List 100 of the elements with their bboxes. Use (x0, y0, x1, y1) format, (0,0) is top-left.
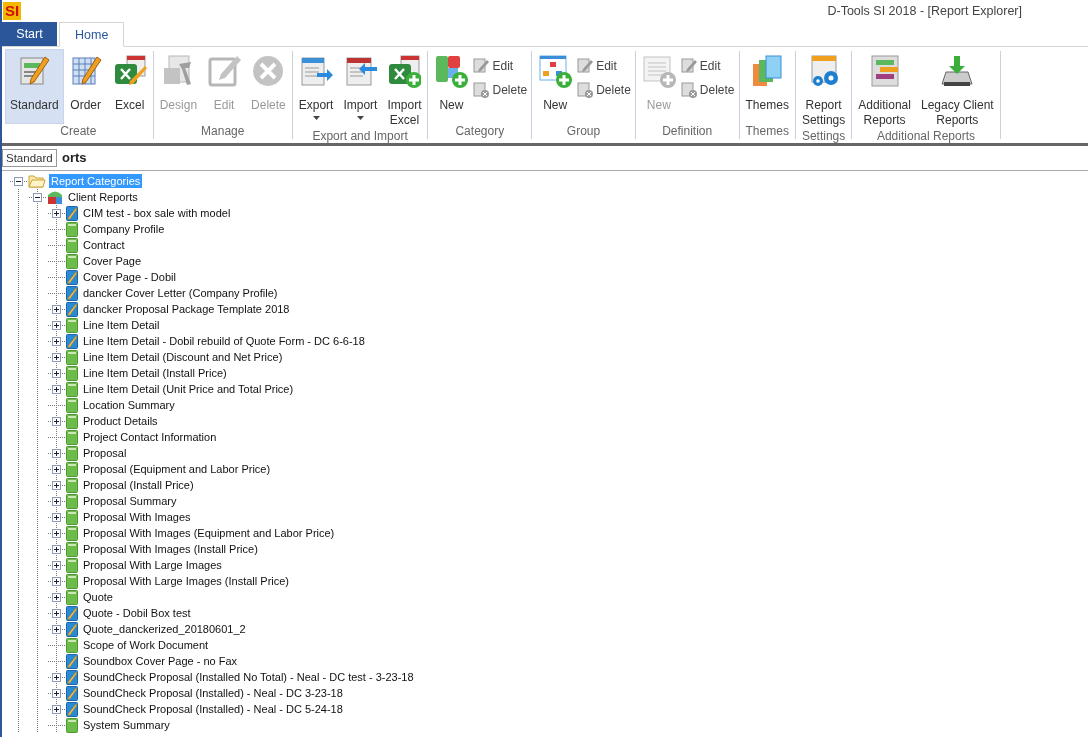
tree-item-label[interactable]: Quote - Dobil Box test (81, 606, 193, 620)
tree-item-label[interactable]: Product Details (81, 414, 160, 428)
ribbon-small-button[interactable]: Edit (473, 57, 531, 75)
tree-item-label[interactable]: Cover Page - Dobil (81, 270, 178, 284)
tree-item-label[interactable]: Scope of Work Document (81, 638, 211, 652)
expand-toggle[interactable] (52, 465, 61, 474)
tree-item-label[interactable]: Line Item Detail (Discount and Net Price) (81, 350, 285, 364)
collapse-toggle[interactable] (14, 177, 23, 186)
report-icon (66, 381, 78, 397)
tree-item-label[interactable]: Quote (81, 590, 115, 604)
expand-toggle[interactable] (52, 497, 61, 506)
ribbon-small-button[interactable]: Delete (473, 81, 531, 99)
minus-icon (35, 195, 40, 200)
tree-item-label[interactable]: Proposal (Equipment and Labor Price) (81, 462, 273, 476)
tree-item-label[interactable]: Client Reports (66, 190, 140, 204)
expand-toggle[interactable] (52, 705, 61, 714)
additional-reports-button[interactable]: Additional Reports (853, 49, 916, 129)
minus-icon (16, 179, 21, 184)
expand-toggle[interactable] (52, 577, 61, 586)
order-button[interactable]: Order (63, 49, 108, 124)
expand-toggle[interactable] (52, 449, 61, 458)
group-label: Themes (745, 124, 789, 139)
tree-item-label[interactable]: dancker Cover Letter (Company Profile) (81, 286, 280, 300)
tiles-plus-icon (434, 54, 469, 88)
import-excel-button[interactable]: Import Excel (382, 49, 427, 129)
tree-item-label[interactable]: Line Item Detail - Dobil rebuild of Quote Form - DC 6-6-18 (81, 334, 367, 348)
excel-button[interactable]: Excel (107, 49, 152, 124)
plus-icon (54, 547, 59, 552)
tree-item-label[interactable]: Quote_danckerized_20180601_2 (81, 622, 248, 636)
tree-item-label[interactable]: SoundCheck Proposal (Installed No Total) - Neal - DC test - 3-23-18 (81, 670, 416, 684)
tree-item-label[interactable]: Proposal (Install Price) (81, 478, 196, 492)
plus-icon (54, 707, 59, 712)
ribbon-small-button[interactable]: Delete (577, 81, 634, 99)
plus-icon (54, 579, 59, 584)
tree-item-label[interactable]: Line Item Detail (81, 318, 162, 332)
expand-toggle[interactable] (52, 561, 61, 570)
group-label: Manage (201, 124, 245, 139)
expand-toggle[interactable] (52, 545, 61, 554)
document-left-arrow-icon (343, 54, 378, 88)
expand-toggle[interactable] (52, 673, 61, 682)
export-button[interactable]: Export (293, 49, 339, 129)
expand-toggle[interactable] (52, 353, 61, 362)
expand-toggle[interactable] (52, 369, 61, 378)
expand-toggle[interactable] (52, 625, 61, 634)
themes-button[interactable]: Themes (740, 49, 794, 124)
expand-toggle[interactable] (52, 481, 61, 490)
tree-item-label[interactable]: Line Item Detail (Unit Price and Total Price) (81, 382, 296, 396)
report-icon (66, 253, 78, 269)
ribbon-tab[interactable]: Home (59, 22, 125, 47)
tree-item-label[interactable]: dancker Proposal Package Template 2018 (81, 302, 292, 316)
expand-toggle[interactable] (52, 609, 61, 618)
ribbon-small-button[interactable]: Edit (680, 57, 738, 75)
tree-item-label[interactable]: Proposal With Images (Equipment and Labor Price) (81, 526, 337, 540)
ribbon-small-button[interactable]: Edit (577, 57, 634, 75)
tree-item-label[interactable]: Proposal With Large Images (Install Price) (81, 574, 292, 588)
expand-toggle[interactable] (52, 529, 61, 538)
expand-toggle[interactable] (52, 321, 61, 330)
panel-title: orts (62, 149, 87, 165)
expand-toggle[interactable] (52, 513, 61, 522)
new-button[interactable]: New (533, 49, 578, 124)
tree-item-label[interactable]: SoundCheck Proposal (Installed) - Neal - DC 3-23-18 (81, 686, 345, 700)
tree-item-label[interactable]: SoundCheck Proposal (Installed) - Neal - DC 5-24-18 (81, 702, 345, 716)
expand-toggle[interactable] (52, 593, 61, 602)
expand-toggle[interactable] (52, 417, 61, 426)
tree-item-label[interactable]: Proposal Summary (81, 494, 179, 508)
tree-item-label[interactable]: CIM test - box sale with model (81, 206, 233, 220)
ribbon-small-button[interactable]: Delete (680, 81, 738, 99)
app-menu-tab[interactable]: Start (2, 22, 57, 46)
tree-item-label[interactable]: Soundbox Cover Page - no Fax (81, 654, 240, 668)
collapse-toggle[interactable] (33, 193, 42, 202)
tree-item-label[interactable]: System Summary (81, 718, 172, 732)
expand-toggle[interactable] (52, 385, 61, 394)
standard-button[interactable]: Standard (5, 49, 64, 124)
report-settings-button[interactable]: Report Settings (796, 49, 851, 129)
document-x-icon (577, 82, 594, 98)
tree-item-label[interactable]: Contract (81, 238, 127, 252)
tree-item-label[interactable]: Project Contact Information (81, 430, 219, 444)
tree-item-label[interactable]: Line Item Detail (Install Price) (81, 366, 229, 380)
report-icon (66, 509, 78, 525)
plus-icon (54, 339, 59, 344)
tree-item-label[interactable]: Location Summary (81, 398, 177, 412)
report-icon (66, 413, 78, 429)
tree-item-label[interactable]: Proposal With Images (81, 510, 193, 524)
tree-item-label[interactable]: Company Profile (81, 222, 167, 236)
expand-toggle[interactable] (52, 689, 61, 698)
expand-toggle[interactable] (52, 209, 61, 218)
document-x-icon (473, 82, 490, 98)
plus-icon (54, 483, 59, 488)
tree-item-label[interactable]: Proposal With Images (Install Price) (81, 542, 260, 556)
plus-icon (54, 355, 59, 360)
expand-toggle[interactable] (52, 337, 61, 346)
expand-toggle[interactable] (52, 305, 61, 314)
import-button[interactable]: Import (338, 49, 383, 129)
tree-item-label[interactable]: Proposal With Large Images (81, 558, 224, 572)
tree-item-label[interactable]: Cover Page (81, 254, 144, 268)
tree-item-label[interactable]: Proposal (81, 446, 129, 460)
legacy-client-reports-button[interactable]: Legacy Client Reports (915, 49, 999, 129)
report-icon (66, 317, 78, 333)
document-x-icon (680, 82, 697, 98)
new-button[interactable]: New (429, 49, 474, 124)
